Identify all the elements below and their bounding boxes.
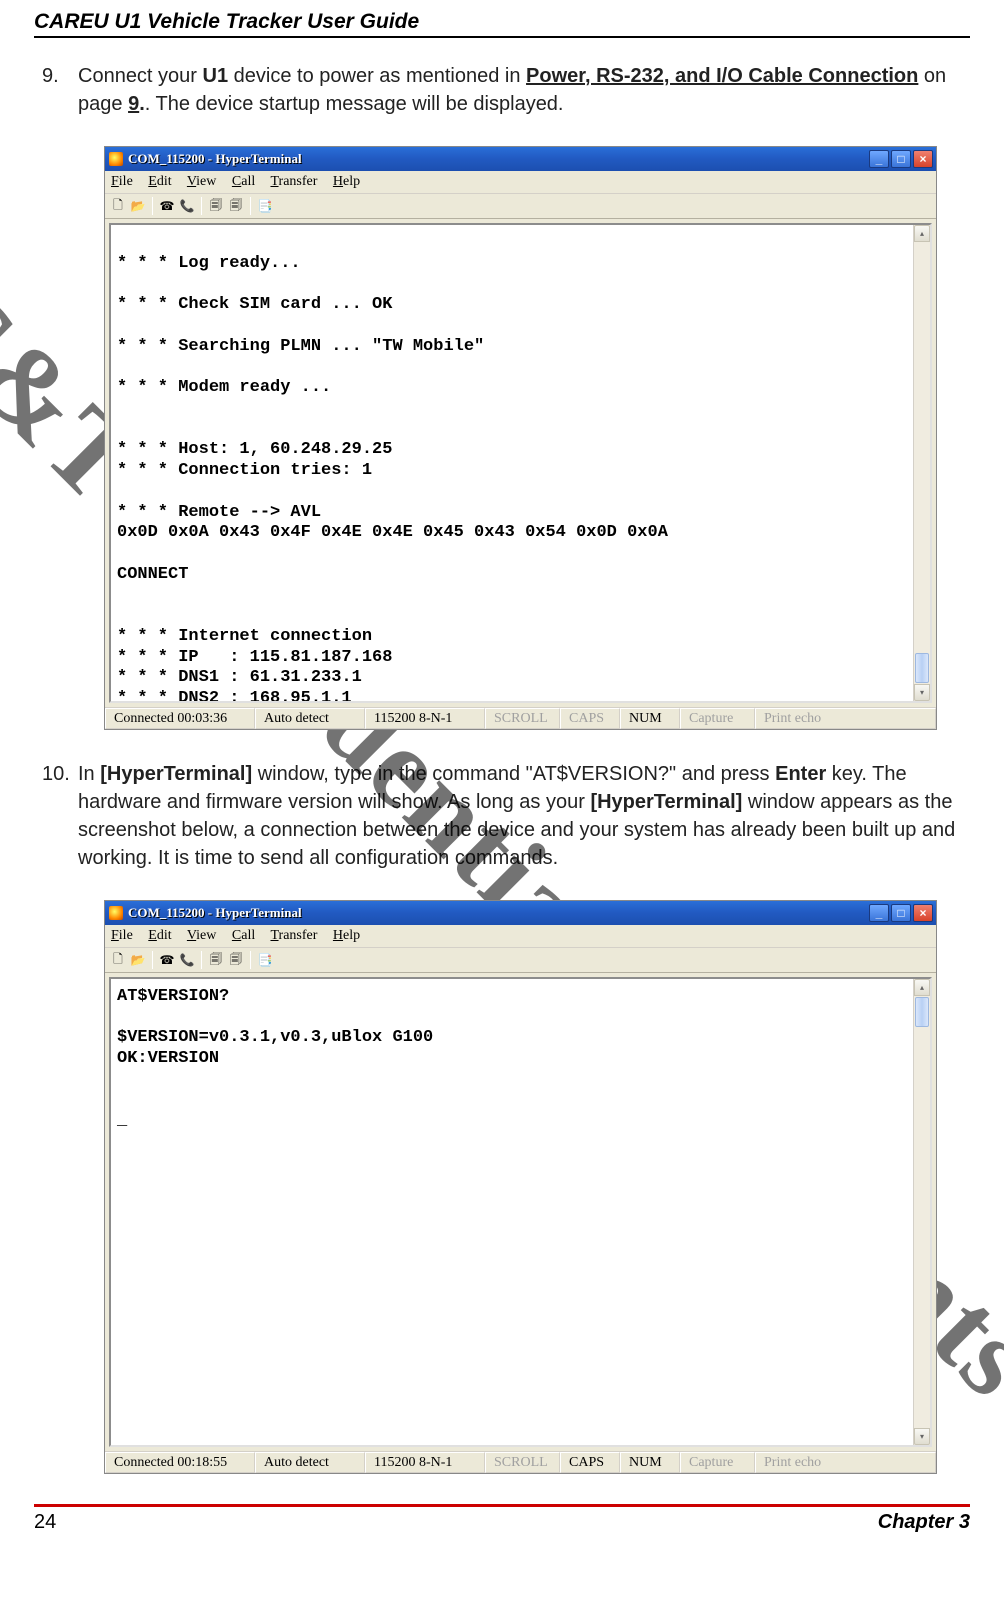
terminal-area-1[interactable]: * * * Log ready... * * * Check SIM card … [109, 223, 932, 703]
status-echo: Print echo [755, 1452, 936, 1473]
status-capture: Capture [680, 1452, 755, 1473]
status-connected: Connected 00:18:55 [105, 1452, 255, 1473]
status-auto: Auto detect [255, 708, 365, 729]
s10-t2: window, type in the command "AT$VERSION?… [252, 763, 775, 785]
status-capture: Capture [680, 708, 755, 729]
scroll-down-icon[interactable]: ▾ [914, 1428, 930, 1445]
terminal-area-2[interactable]: AT$VERSION? $VERSION=v0.3.1,v0.3,uBlox G… [109, 977, 932, 1447]
separator-icon [250, 951, 251, 969]
step9-text: Connect your [78, 65, 203, 87]
s10-b1: [HyperTerminal] [100, 763, 252, 785]
terminal-content-1: * * * Log ready... * * * Check SIM card … [111, 225, 930, 703]
menu-help[interactable]: Help [333, 174, 360, 189]
menu-file[interactable]: File [111, 174, 133, 189]
disconnect-icon[interactable]: 📞 [178, 951, 196, 969]
new-icon[interactable]: 🗋 [109, 197, 127, 215]
status-caps: CAPS [560, 708, 620, 729]
receive-icon[interactable]: 🗐 [227, 197, 245, 215]
chapter-label: Chapter 3 [878, 1511, 970, 1534]
status-auto: Auto detect [255, 1452, 365, 1473]
scroll-thumb[interactable] [915, 653, 929, 683]
status-port: 115200 8-N-1 [365, 708, 485, 729]
window-1-title: COM_115200 - HyperTerminal [128, 151, 869, 167]
s10-b3: [HyperTerminal] [590, 791, 742, 813]
toolbar-1: 🗋 📂 ☎ 📞 🗐 🗐 📑 [105, 194, 936, 219]
step-10-number: 10. [42, 760, 78, 788]
power-cable-link[interactable]: Power, RS-232, and I/O Cable Connection [526, 65, 918, 87]
ht-app-icon [109, 152, 123, 166]
step9-text2: device to power as mentioned in [228, 65, 526, 87]
menu-transfer[interactable]: Transfer [270, 174, 317, 189]
page-9-link[interactable]: 9 [128, 93, 139, 115]
hyperterminal-window-2: COM_115200 - HyperTerminal _ □ × File Ed… [104, 900, 937, 1474]
status-echo: Print echo [755, 708, 936, 729]
menu-file[interactable]: File [111, 928, 133, 943]
scroll-down-icon[interactable]: ▾ [914, 684, 930, 701]
separator-icon [201, 951, 202, 969]
separator-icon [250, 197, 251, 215]
scrollbar-vertical[interactable]: ▴ ▾ [913, 225, 930, 701]
send-icon[interactable]: 🗐 [207, 197, 225, 215]
toolbar-2: 🗋 📂 ☎ 📞 🗐 🗐 📑 [105, 948, 936, 973]
menu-edit[interactable]: Edit [148, 928, 171, 943]
menu-call[interactable]: Call [232, 174, 255, 189]
step-9: 9.Connect your U1 device to power as men… [78, 62, 970, 118]
menubar-2: File Edit View Call Transfer Help [105, 925, 936, 948]
disconnect-icon[interactable]: 📞 [178, 197, 196, 215]
hyperterminal-window-1: COM_115200 - HyperTerminal _ □ × File Ed… [104, 146, 937, 730]
menu-call[interactable]: Call [232, 928, 255, 943]
close-button[interactable]: × [913, 904, 933, 922]
menu-view[interactable]: View [187, 174, 217, 189]
separator-icon [152, 951, 153, 969]
step-10: 10.In [HyperTerminal] window, type in th… [78, 760, 970, 872]
page-footer: 24 Chapter 3 [34, 1504, 970, 1534]
scroll-up-icon[interactable]: ▴ [914, 979, 930, 996]
maximize-button[interactable]: □ [891, 150, 911, 168]
statusbar-2: Connected 00:18:55 Auto detect 115200 8-… [105, 1451, 936, 1473]
status-port: 115200 8-N-1 [365, 1452, 485, 1473]
separator-icon [152, 197, 153, 215]
status-connected: Connected 00:03:36 [105, 708, 255, 729]
call-icon[interactable]: ☎ [158, 951, 176, 969]
open-icon[interactable]: 📂 [129, 197, 147, 215]
status-scroll: SCROLL [485, 1452, 560, 1473]
terminal-content-2: AT$VERSION? $VERSION=v0.3.1,v0.3,uBlox G… [111, 979, 930, 1140]
ht-app-icon [109, 906, 123, 920]
open-icon[interactable]: 📂 [129, 951, 147, 969]
minimize-button[interactable]: _ [869, 904, 889, 922]
menu-edit[interactable]: Edit [148, 174, 171, 189]
new-icon[interactable]: 🗋 [109, 951, 127, 969]
send-icon[interactable]: 🗐 [207, 951, 225, 969]
properties-icon[interactable]: 📑 [256, 197, 274, 215]
status-caps: CAPS [560, 1452, 620, 1473]
status-num: NUM [620, 708, 680, 729]
properties-icon[interactable]: 📑 [256, 951, 274, 969]
status-num: NUM [620, 1452, 680, 1473]
separator-icon [201, 197, 202, 215]
scrollbar-vertical[interactable]: ▴ ▾ [913, 979, 930, 1445]
close-button[interactable]: × [913, 150, 933, 168]
window-2-title: COM_115200 - HyperTerminal [128, 905, 869, 921]
call-icon[interactable]: ☎ [158, 197, 176, 215]
titlebar-1: COM_115200 - HyperTerminal _ □ × [105, 147, 936, 171]
step9-device: U1 [203, 65, 229, 87]
s10-b2: Enter [775, 763, 826, 785]
menu-transfer[interactable]: Transfer [270, 928, 317, 943]
status-scroll: SCROLL [485, 708, 560, 729]
titlebar-2: COM_115200 - HyperTerminal _ □ × [105, 901, 936, 925]
menu-view[interactable]: View [187, 928, 217, 943]
receive-icon[interactable]: 🗐 [227, 951, 245, 969]
step9-text4: . The device startup message will be dis… [145, 93, 564, 115]
page-number: 24 [34, 1511, 56, 1534]
s10-t1: In [78, 763, 100, 785]
doc-title: CAREU U1 Vehicle Tracker User Guide [34, 10, 970, 38]
maximize-button[interactable]: □ [891, 904, 911, 922]
scroll-up-icon[interactable]: ▴ [914, 225, 930, 242]
statusbar-1: Connected 00:03:36 Auto detect 115200 8-… [105, 707, 936, 729]
minimize-button[interactable]: _ [869, 150, 889, 168]
menubar-1: File Edit View Call Transfer Help [105, 171, 936, 194]
menu-help[interactable]: Help [333, 928, 360, 943]
step-9-number: 9. [42, 62, 78, 90]
scroll-thumb[interactable] [915, 997, 929, 1027]
